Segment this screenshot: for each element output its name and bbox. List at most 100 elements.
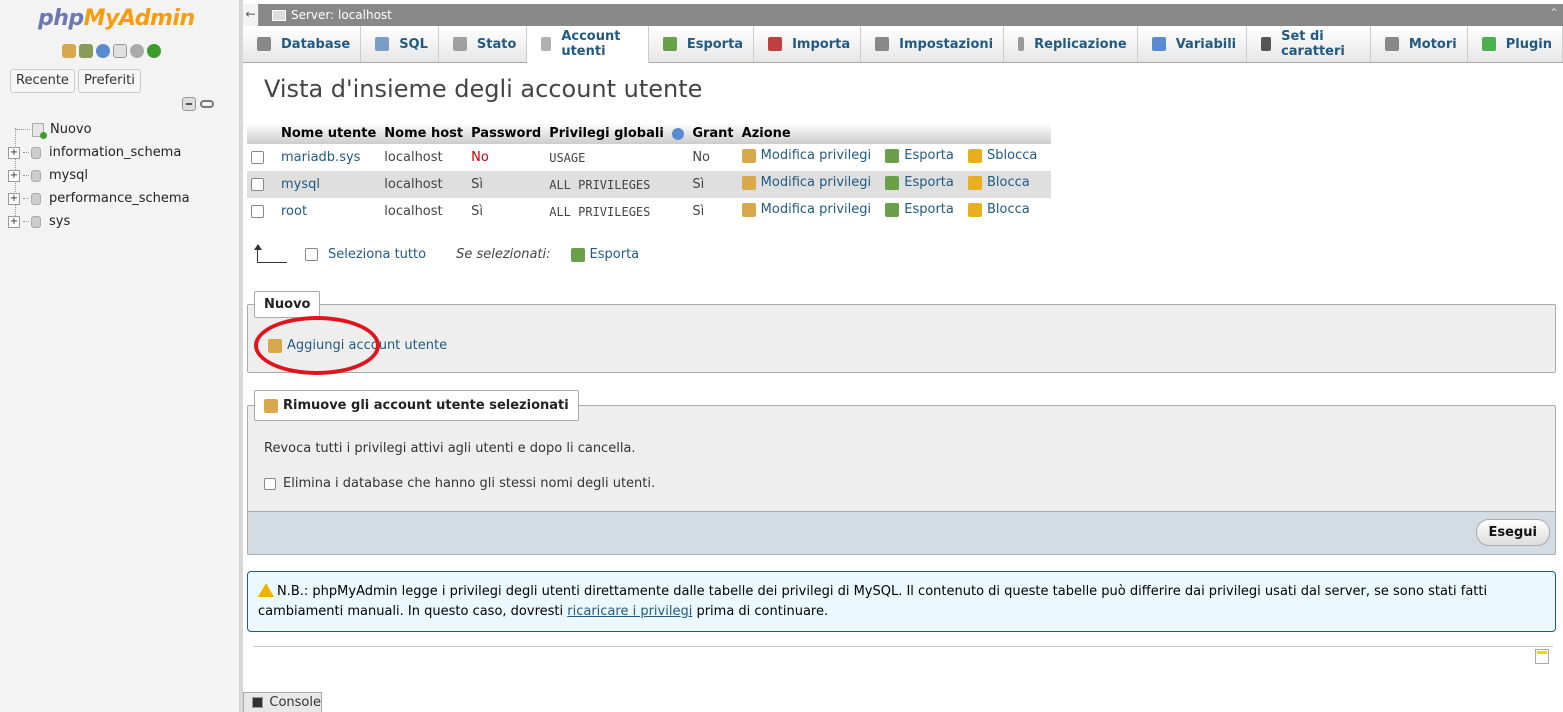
help-icon[interactable]: [96, 44, 110, 58]
lock-link[interactable]: Blocca: [968, 175, 1030, 190]
tab-export[interactable]: Esporta: [648, 26, 755, 62]
tree-item-performance-schema[interactable]: + performance_schema: [8, 187, 190, 210]
collapse-all-icon[interactable]: [182, 97, 196, 111]
export-icon: [570, 247, 585, 262]
drop-databases-checkbox[interactable]: [264, 477, 276, 490]
header-global-privileges[interactable]: Privilegi globali: [545, 123, 689, 144]
username-cell[interactable]: root: [277, 198, 381, 225]
edit-privileges-link[interactable]: Modifica privilegi: [741, 202, 871, 217]
tree-item-sys[interactable]: + sys: [8, 210, 190, 233]
plugin-icon: [1481, 37, 1496, 51]
server-breadcrumb[interactable]: Server: localhost: [291, 8, 392, 22]
tree-item-label: sys: [49, 214, 71, 229]
expand-icon[interactable]: +: [8, 146, 20, 159]
tab-label: Esporta: [686, 36, 744, 52]
phpmyadmin-logo[interactable]: phpMyAdmin: [38, 6, 195, 31]
header-action: Azione: [737, 123, 1052, 144]
export-link[interactable]: Esporta: [885, 148, 954, 163]
edit-privileges-link[interactable]: Modifica privilegi: [741, 175, 872, 191]
link-label: Modifica privilegi: [760, 175, 872, 191]
action-cell: Modifica privilegi Esporta Sblocca: [737, 144, 1052, 171]
tab-charsets[interactable]: Set di caratteri: [1247, 26, 1371, 62]
charset-icon: [1261, 37, 1272, 51]
reload-icon[interactable]: [147, 44, 161, 58]
export-link[interactable]: Esporta: [885, 175, 954, 190]
console-toggle[interactable]: Console: [243, 692, 322, 712]
link-label: Esporta: [904, 148, 954, 164]
export-link[interactable]: Esporta: [885, 202, 954, 217]
header-password[interactable]: Password: [467, 123, 546, 144]
password-cell: Sì: [467, 198, 546, 225]
tree-item-mysql[interactable]: + mysql: [8, 164, 190, 187]
row-checkbox[interactable]: [251, 151, 264, 164]
tab-engines[interactable]: Motori: [1370, 26, 1468, 62]
execute-button[interactable]: Esegui: [1475, 519, 1550, 546]
notes-icon[interactable]: [1535, 649, 1549, 664]
navigation-panel: phpMyAdmin Recente Preferiti Nuovo + inf…: [0, 0, 240, 712]
console-icon: [252, 697, 264, 708]
tab-database[interactable]: Database: [243, 26, 362, 62]
tab-variables[interactable]: Variabili: [1137, 26, 1248, 62]
header-checkbox-column: [247, 123, 277, 144]
unlock-link[interactable]: Sblocca: [968, 148, 1037, 163]
expand-icon[interactable]: +: [8, 192, 20, 205]
header-username[interactable]: Nome utente: [277, 123, 381, 144]
notice-text: N.B.: phpMyAdmin legge i privilegi degli…: [258, 584, 1488, 619]
help-icon[interactable]: [672, 127, 685, 140]
header-hostname[interactable]: Nome host: [380, 123, 468, 144]
drop-databases-label: Elimina i database che hanno gli stessi …: [283, 476, 656, 491]
tab-import[interactable]: Importa: [754, 26, 862, 62]
console-label: Console: [269, 695, 321, 710]
tab-status[interactable]: Stato: [438, 26, 528, 62]
collapse-top-icon[interactable]: ⌃: [1549, 6, 1559, 20]
engines-icon: [1384, 37, 1399, 51]
export-icon: [662, 37, 677, 51]
warning-icon: [258, 583, 274, 597]
nav-tab-recent[interactable]: Recente: [10, 69, 75, 93]
database-icon: [31, 215, 41, 228]
lock-link[interactable]: Blocca: [968, 202, 1030, 217]
header-grant[interactable]: Grant: [688, 123, 738, 144]
fieldset-footer: Esegui: [248, 511, 1555, 554]
server-breadcrumb-bar: ← Server: localhost ⌃: [243, 4, 1563, 26]
host-cell: localhost: [380, 171, 468, 198]
privileges-cell: USAGE: [545, 144, 689, 171]
logout-icon[interactable]: [79, 44, 93, 58]
tree-item-label: information_schema: [49, 145, 182, 160]
select-all-checkbox[interactable]: [305, 248, 318, 261]
tab-user-accounts[interactable]: Account utenti: [527, 26, 649, 63]
home-icon[interactable]: [62, 44, 76, 58]
tab-replication[interactable]: Replicazione: [1004, 26, 1138, 62]
tree-item-information-schema[interactable]: + information_schema: [8, 141, 190, 164]
drop-databases-option[interactable]: Elimina i database che hanno gli stessi …: [264, 476, 655, 491]
expand-icon[interactable]: +: [8, 169, 20, 182]
remove-legend: Rimuove gli account utente selezionati: [254, 390, 579, 421]
row-checkbox[interactable]: [251, 178, 264, 191]
settings-gear-icon[interactable]: [130, 44, 144, 58]
link-label: Sblocca: [987, 148, 1038, 164]
logo-text-php: php: [38, 6, 84, 31]
username-cell[interactable]: mysql: [277, 171, 381, 198]
select-all-label[interactable]: Seleziona tutto: [328, 247, 426, 262]
row-checkbox[interactable]: [251, 205, 264, 218]
database-tree: Nuovo + information_schema + mysql + per…: [8, 118, 190, 233]
reload-privileges-link[interactable]: ricaricare i privilegi: [567, 604, 692, 619]
tab-settings[interactable]: Impostazioni: [861, 26, 1005, 62]
tree-controls: [182, 97, 214, 111]
tab-plugins[interactable]: Plugin: [1467, 26, 1563, 62]
lock-icon: [968, 202, 983, 217]
link-with-main-icon[interactable]: [200, 100, 214, 108]
docs-icon[interactable]: [113, 44, 127, 58]
tree-connector: [23, 198, 29, 199]
edit-privileges-link[interactable]: Modifica privilegi: [741, 148, 871, 163]
expand-icon[interactable]: +: [8, 215, 20, 228]
back-arrow-icon[interactable]: ←: [243, 4, 259, 26]
tab-sql[interactable]: SQL: [361, 26, 439, 62]
privileges-notice: N.B.: phpMyAdmin legge i privilegi degli…: [247, 571, 1556, 632]
username-cell[interactable]: mariadb.sys: [277, 144, 381, 171]
action-cell: Modifica privilegi Esporta Blocca: [737, 198, 1052, 225]
edit-user-icon: [741, 175, 756, 190]
tree-item-new[interactable]: Nuovo: [8, 118, 190, 141]
nav-tab-favorites[interactable]: Preferiti: [77, 69, 141, 93]
bulk-export-link[interactable]: Esporta: [590, 247, 640, 262]
